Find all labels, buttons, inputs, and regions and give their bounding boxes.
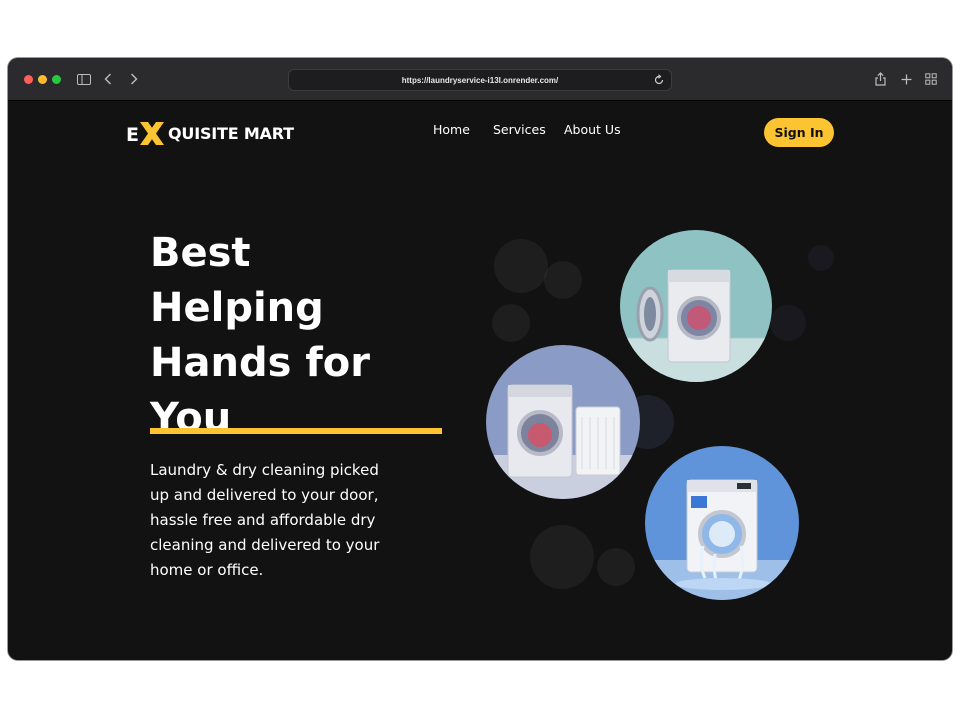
new-tab-icon[interactable]: [896, 69, 916, 89]
tab-overview-icon[interactable]: [921, 69, 941, 89]
decorative-bubble: [808, 245, 834, 271]
hero-title-line: Helping: [150, 285, 324, 331]
address-bar[interactable]: https://laundryservice-i13l.onrender.com…: [288, 69, 672, 91]
decorative-bubble: [544, 261, 582, 299]
browser-window: https://laundryservice-i13l.onrender.com…: [8, 58, 952, 660]
decorative-bubble: [494, 239, 548, 293]
hero-title-line: Best: [150, 230, 251, 276]
web-page: E QUISITE MART Home Services About Us Si…: [8, 101, 952, 660]
hero-title-line: Hands for: [150, 340, 370, 386]
nav-about-us-link[interactable]: About Us: [564, 122, 621, 138]
forward-arrow-icon[interactable]: [124, 69, 144, 89]
hero-description: Laundry & dry cleaning picked up and del…: [150, 461, 380, 579]
logo-text: QUISITE MART: [168, 123, 294, 143]
sign-in-button[interactable]: Sign In: [764, 118, 834, 147]
address-url: https://laundryservice-i13l.onrender.com…: [401, 75, 559, 85]
minimize-window-button[interactable]: [38, 75, 47, 84]
logo-prefix-letter: E: [126, 124, 139, 146]
decorative-bubble: [597, 548, 635, 586]
sidebar-toggle-icon[interactable]: [74, 69, 94, 89]
decorative-bubble: [530, 525, 594, 589]
washer-open-door-photo: [620, 230, 772, 382]
close-window-button[interactable]: [24, 75, 33, 84]
title-underline-accent: [150, 428, 442, 434]
share-icon[interactable]: [870, 69, 890, 89]
reload-icon[interactable]: [653, 74, 665, 86]
decorative-bubble: [492, 304, 530, 342]
washer-splash-photo: [645, 446, 799, 600]
hero-title-line: You: [150, 395, 232, 441]
washer-with-hamper-photo: [486, 345, 640, 499]
nav-services-link[interactable]: Services: [493, 122, 546, 138]
decorative-bubble: [770, 305, 806, 341]
zoom-window-button[interactable]: [52, 75, 61, 84]
site-logo[interactable]: E QUISITE MART: [126, 117, 294, 149]
back-arrow-icon[interactable]: [98, 69, 118, 89]
browser-toolbar: https://laundryservice-i13l.onrender.com…: [8, 58, 952, 101]
logo-mark-icon: E: [126, 122, 164, 146]
nav-home-link[interactable]: Home: [433, 122, 470, 138]
hero-title: Best Helping Hands for You: [150, 226, 470, 446]
